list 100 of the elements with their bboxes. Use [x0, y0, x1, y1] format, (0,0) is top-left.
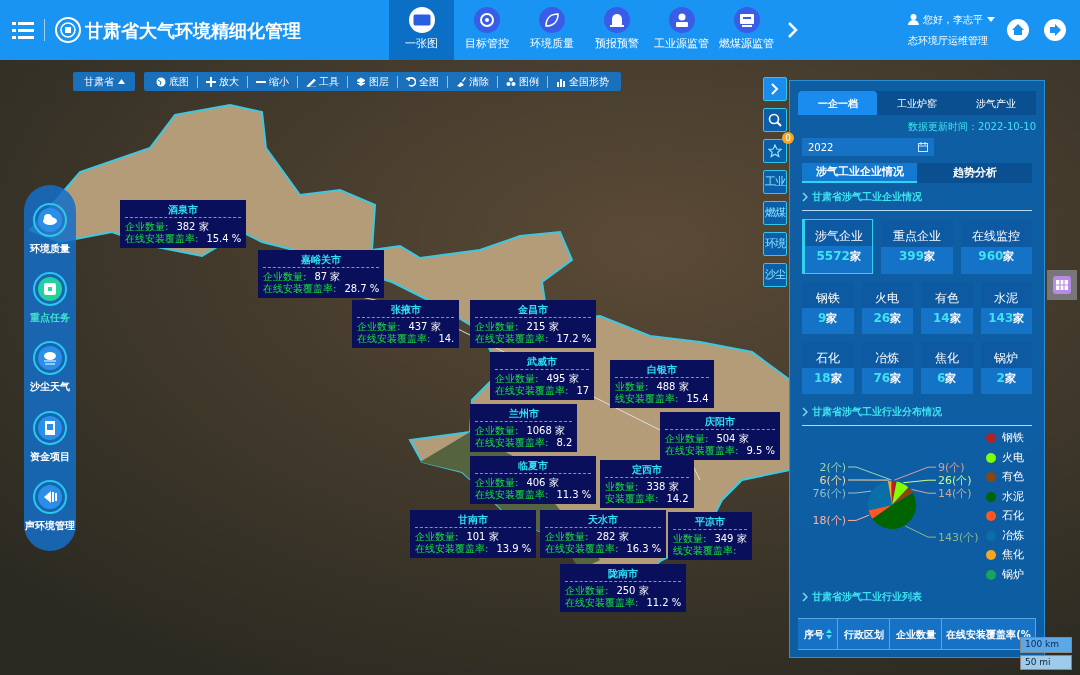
menu-item-icon — [33, 410, 67, 445]
nav-tab[interactable]: 燃煤源监管 — [714, 0, 779, 60]
toolbar-button[interactable]: 清除 — [448, 72, 497, 91]
toolbar-button[interactable]: 图例 — [498, 72, 547, 91]
panel-tab[interactable]: 涉气产业 — [956, 91, 1036, 115]
industry-card[interactable]: 水泥 143家 — [980, 282, 1032, 334]
count-value: 250 家 — [616, 585, 649, 597]
nav-tab[interactable]: 工业源监管 — [649, 0, 714, 60]
user-menu[interactable]: 您好，李志平 — [908, 12, 995, 27]
industry-value: 143家 — [988, 309, 1025, 327]
nav-tab[interactable]: 目标管控 — [454, 0, 519, 60]
stat-card[interactable]: 在线监控 960家 — [960, 219, 1032, 274]
panel-tab[interactable]: 一企一档 — [798, 91, 878, 115]
sub-tab[interactable]: 趋势分析 — [917, 163, 1032, 183]
rate-label: 线安装覆盖率: — [673, 545, 737, 557]
industry-label: 焦化 — [934, 349, 959, 367]
tool-icon — [356, 76, 366, 87]
nav-icon — [603, 7, 630, 34]
toolbar-button[interactable]: 全国形势 — [548, 72, 617, 91]
rate-value: 17.2 % — [556, 333, 592, 345]
stat-card[interactable]: 涉气企业 5572家 — [802, 219, 874, 274]
industry-card[interactable]: 钢铁 9家 — [802, 282, 854, 334]
count-label: 企业数量: — [475, 425, 519, 437]
panel-tab[interactable]: 工业炉窑 — [877, 91, 957, 115]
rate-label: 在线安装覆盖率: — [125, 233, 199, 245]
layer-filter-button[interactable]: 工业 — [763, 170, 787, 194]
industry-label: 火电 — [875, 289, 900, 307]
caret-up-icon — [117, 79, 125, 84]
data-label: 6(个) — [819, 473, 846, 487]
update-time: 数据更新时间：2022-10-10 — [906, 120, 1036, 134]
industry-card[interactable]: 焦化 6家 — [921, 342, 973, 394]
menu-icon[interactable] — [12, 21, 34, 39]
toolbar-button[interactable]: 放大 — [198, 72, 247, 91]
count-value: 382 家 — [176, 221, 209, 233]
side-menu-item[interactable]: 资金项目 — [30, 410, 70, 464]
industry-card[interactable]: 冶炼 76家 — [861, 342, 913, 394]
side-menu-item[interactable]: 环境质量 — [30, 203, 70, 257]
layer-filter-button[interactable]: 燃煤 — [763, 201, 787, 225]
count-value: 101 家 — [466, 531, 499, 543]
city-name: 天水市 — [545, 512, 662, 528]
side-menu-item[interactable]: 声环境管理 — [25, 479, 75, 533]
rate-label: 在线安装覆盖率: — [565, 597, 639, 609]
region-dropdown[interactable]: 甘肃省 — [73, 72, 135, 91]
count-label: 企业数量: — [475, 477, 519, 489]
column-header[interactable]: 行政区划 — [838, 619, 890, 649]
industry-value: 6家 — [937, 369, 957, 387]
search-button[interactable] — [763, 108, 787, 132]
chevron-right-icon — [802, 191, 808, 202]
layer-filter-button[interactable]: 环境 — [763, 232, 787, 256]
stat-card[interactable]: 重点企业 399家 — [881, 219, 953, 274]
tool-icon — [206, 76, 216, 87]
count-value: 349 家 — [714, 533, 747, 545]
sort-icon — [825, 629, 832, 639]
toolbar-button[interactable]: 图层 — [348, 72, 397, 91]
home-icon[interactable] — [1007, 19, 1029, 41]
toolbar-button[interactable]: 工具 — [298, 72, 347, 91]
industry-label: 锅炉 — [994, 349, 1019, 367]
industry-card[interactable]: 火电 26家 — [861, 282, 913, 334]
app-title: 甘肃省大气环境精细化管理 — [85, 18, 301, 43]
data-label: 76(个) — [812, 486, 846, 500]
side-menu-item[interactable]: 沙尘天气 — [30, 341, 70, 395]
industry-card[interactable]: 石化 18家 — [802, 342, 854, 394]
sub-tab[interactable]: 涉气工业企业情况 — [802, 163, 917, 183]
count-label: 企业数量: — [263, 271, 307, 283]
industry-card[interactable]: 有色 14家 — [921, 282, 973, 334]
chevron-right-icon — [771, 83, 779, 95]
data-label: 14(个) — [938, 486, 972, 500]
year-picker[interactable]: 2022 — [802, 138, 934, 156]
layer-filter-button[interactable]: 沙尘 — [763, 263, 787, 287]
rate-label: 安装覆盖率: — [605, 493, 659, 505]
user-role: 态环境厅运维管理 — [908, 34, 989, 48]
nav-tab[interactable]: 环境质量 — [519, 0, 584, 60]
toolbar-button[interactable]: 底图 — [148, 72, 197, 91]
tool-icon — [456, 76, 466, 87]
industry-card[interactable]: 锅炉 2家 — [980, 342, 1032, 394]
nav-tab[interactable]: 预报预警 — [584, 0, 649, 60]
column-header[interactable]: 企业数量 — [890, 619, 942, 649]
favorites-button[interactable] — [763, 139, 787, 163]
industry-label: 冶炼 — [875, 349, 900, 367]
toolbar-button[interactable]: 缩小 — [248, 72, 297, 91]
chevron-right-icon[interactable] — [787, 21, 799, 39]
rate-value: 8.2 — [556, 437, 573, 449]
grid-view-button[interactable] — [1047, 270, 1077, 300]
column-header[interactable]: 序号 — [798, 619, 838, 649]
logout-icon[interactable] — [1044, 19, 1066, 41]
expand-button[interactable] — [763, 77, 787, 101]
rate-label: 在线安装覆盖率: — [263, 283, 337, 295]
nav-icon — [733, 7, 760, 34]
rate-label: 在线安装覆盖率: — [475, 437, 549, 449]
leader-line — [847, 490, 872, 493]
section-title: 甘肃省涉气工业企业情况 — [812, 190, 922, 204]
nav-tab[interactable]: 一张图 — [389, 0, 454, 60]
city-name: 兰州市 — [475, 406, 573, 422]
city-name: 张掖市 — [357, 302, 455, 318]
rate-value: 14.2 — [666, 493, 689, 505]
toolbar-button[interactable]: 全图 — [398, 72, 447, 91]
side-menu-item[interactable]: 重点任务 — [30, 272, 70, 326]
city-name: 陇南市 — [565, 566, 682, 582]
legend-label: 钢铁 — [1002, 430, 1024, 446]
rate-label: 在线安装覆盖率: — [415, 543, 489, 555]
